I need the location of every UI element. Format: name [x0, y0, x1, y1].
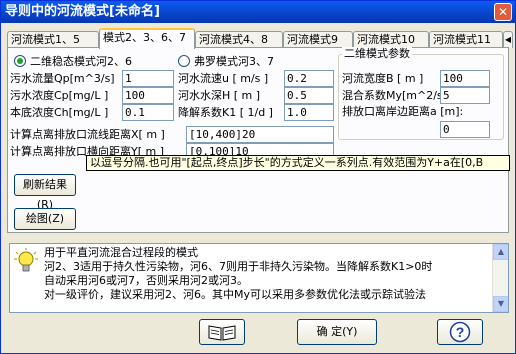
tab-strip: 河流模式1、5 模式2、3、6、7 河流模式4、8 河流模式9 河流模式10 河…	[7, 28, 513, 49]
label-calc-x-distance: 计算点离排放口流线距离X[ m ]	[10, 128, 165, 141]
close-button[interactable]: ✕	[494, 3, 512, 21]
input-wastewater-conc[interactable]: 100	[122, 87, 174, 104]
plot-button[interactable]: 绘图(Z)	[14, 208, 76, 230]
group-2d-params-title: 二维模式参数	[342, 47, 412, 60]
help-line: 河2、3适用于持久性污染物，河6、7则用于非持久污染物。当降解系数K1>0时	[44, 260, 433, 273]
input-decay-coefficient[interactable]: 1.0	[284, 104, 334, 121]
label-wastewater-flow: 污水流量Qp[m^3/s]	[10, 72, 115, 85]
tab-river-mode-4-8[interactable]: 河流模式4、8	[195, 31, 283, 48]
label-flow-velocity: 河水流速u [ m/s ]	[178, 72, 269, 85]
dialog-window: 导则中的河流模式[未命名] ✕ 河流模式1、5 模式2、3、6、7 河流模式4、…	[0, 0, 516, 354]
tab-river-mode-9[interactable]: 河流模式9	[283, 31, 353, 48]
label-decay-coefficient: 降解系数K1 [ 1/d ]	[178, 106, 273, 119]
radio-fronte-model[interactable]	[178, 55, 190, 67]
input-wastewater-flow[interactable]: 1	[122, 70, 174, 87]
tab-river-mode-10[interactable]: 河流模式10	[353, 31, 429, 48]
label-outfall-distance: 排放口离岸边距离a [m]:	[342, 105, 464, 118]
tab-scroll-arrow[interactable]: ◀	[503, 31, 513, 48]
radio-two-dim-model[interactable]	[14, 55, 26, 67]
label-mixing-coefficient: 混合系数My[m^2/s]	[342, 89, 447, 102]
input-background-conc[interactable]: 0.1	[122, 104, 174, 121]
tab-river-mode-2-3-6-7[interactable]: 模式2、3、6、7	[99, 28, 195, 49]
radio-fronte-label: 弗罗模式河3、7	[194, 55, 274, 68]
label-water-depth: 河水水深H [ m ]	[178, 89, 261, 102]
label-river-width: 河流宽度B [ m ]	[342, 72, 424, 85]
help-question-glyph: ?	[456, 324, 465, 340]
help-button[interactable]: ?	[437, 319, 483, 345]
help-text-area: 用于平直河流混合过程段的模式 河2、3适用于持久性污染物，河6、7则用于非持久污…	[9, 243, 509, 313]
tab-panel: 二维稳态模式河2、6 弗罗模式河3、7 污水流量Qp[m^3/s] 1 污水浓度…	[7, 47, 510, 233]
help-line: 自动采用河6或河7，否则采用河2或河3。	[44, 274, 248, 287]
help-line: 用于平直河流混合过程段的模式	[44, 246, 198, 259]
lightbulb-icon	[14, 248, 38, 272]
input-water-depth[interactable]: 0.5	[284, 87, 334, 104]
book-icon	[208, 325, 236, 341]
help-question-icon: ?	[449, 321, 471, 343]
label-wastewater-conc: 污水浓度Cp[mg/L ]	[10, 89, 109, 102]
book-button[interactable]	[199, 319, 245, 345]
label-background-conc: 本底浓度Ch[mg/L ]	[10, 106, 109, 119]
help-line: 对一级评价，建议采用河2、河6。其中My可以采用多参数优化法或示踪试验法	[44, 288, 426, 301]
input-flow-velocity[interactable]: 0.2	[284, 70, 334, 87]
title-bar: 导则中的河流模式[未命名] ✕	[1, 1, 515, 23]
input-calc-x-distance[interactable]: [10,400]20	[186, 126, 334, 143]
ok-button[interactable]: 确 定(Y)	[297, 319, 377, 345]
tab-river-mode-11[interactable]: 河流模式11	[429, 31, 503, 48]
input-outfall-distance[interactable]: 0	[440, 121, 490, 138]
help-text: 用于平直河流混合过程段的模式 河2、3适用于持久性污染物，河6、7则用于非持久污…	[44, 246, 492, 302]
scroll-down-arrow[interactable]: ▼	[493, 296, 508, 312]
input-river-width[interactable]: 100	[440, 70, 490, 87]
input-hint-tooltip: 以逗号分隔.也可用"[起点,终点]步长"的方式定义一系列点.有效范围为Y+a在[…	[86, 155, 510, 171]
input-mixing-coefficient[interactable]: 5	[440, 87, 490, 104]
help-scrollbar[interactable]: ▲ ▼	[492, 244, 508, 312]
tab-river-mode-1-5[interactable]: 河流模式1、5	[7, 31, 99, 48]
window-title: 导则中的河流模式[未命名]	[5, 4, 160, 19]
radio-two-dim-label: 二维稳态模式河2、6	[30, 55, 132, 68]
scroll-up-arrow[interactable]: ▲	[493, 244, 508, 260]
refresh-results-button[interactable]: 刷新结果(R)	[14, 174, 76, 211]
